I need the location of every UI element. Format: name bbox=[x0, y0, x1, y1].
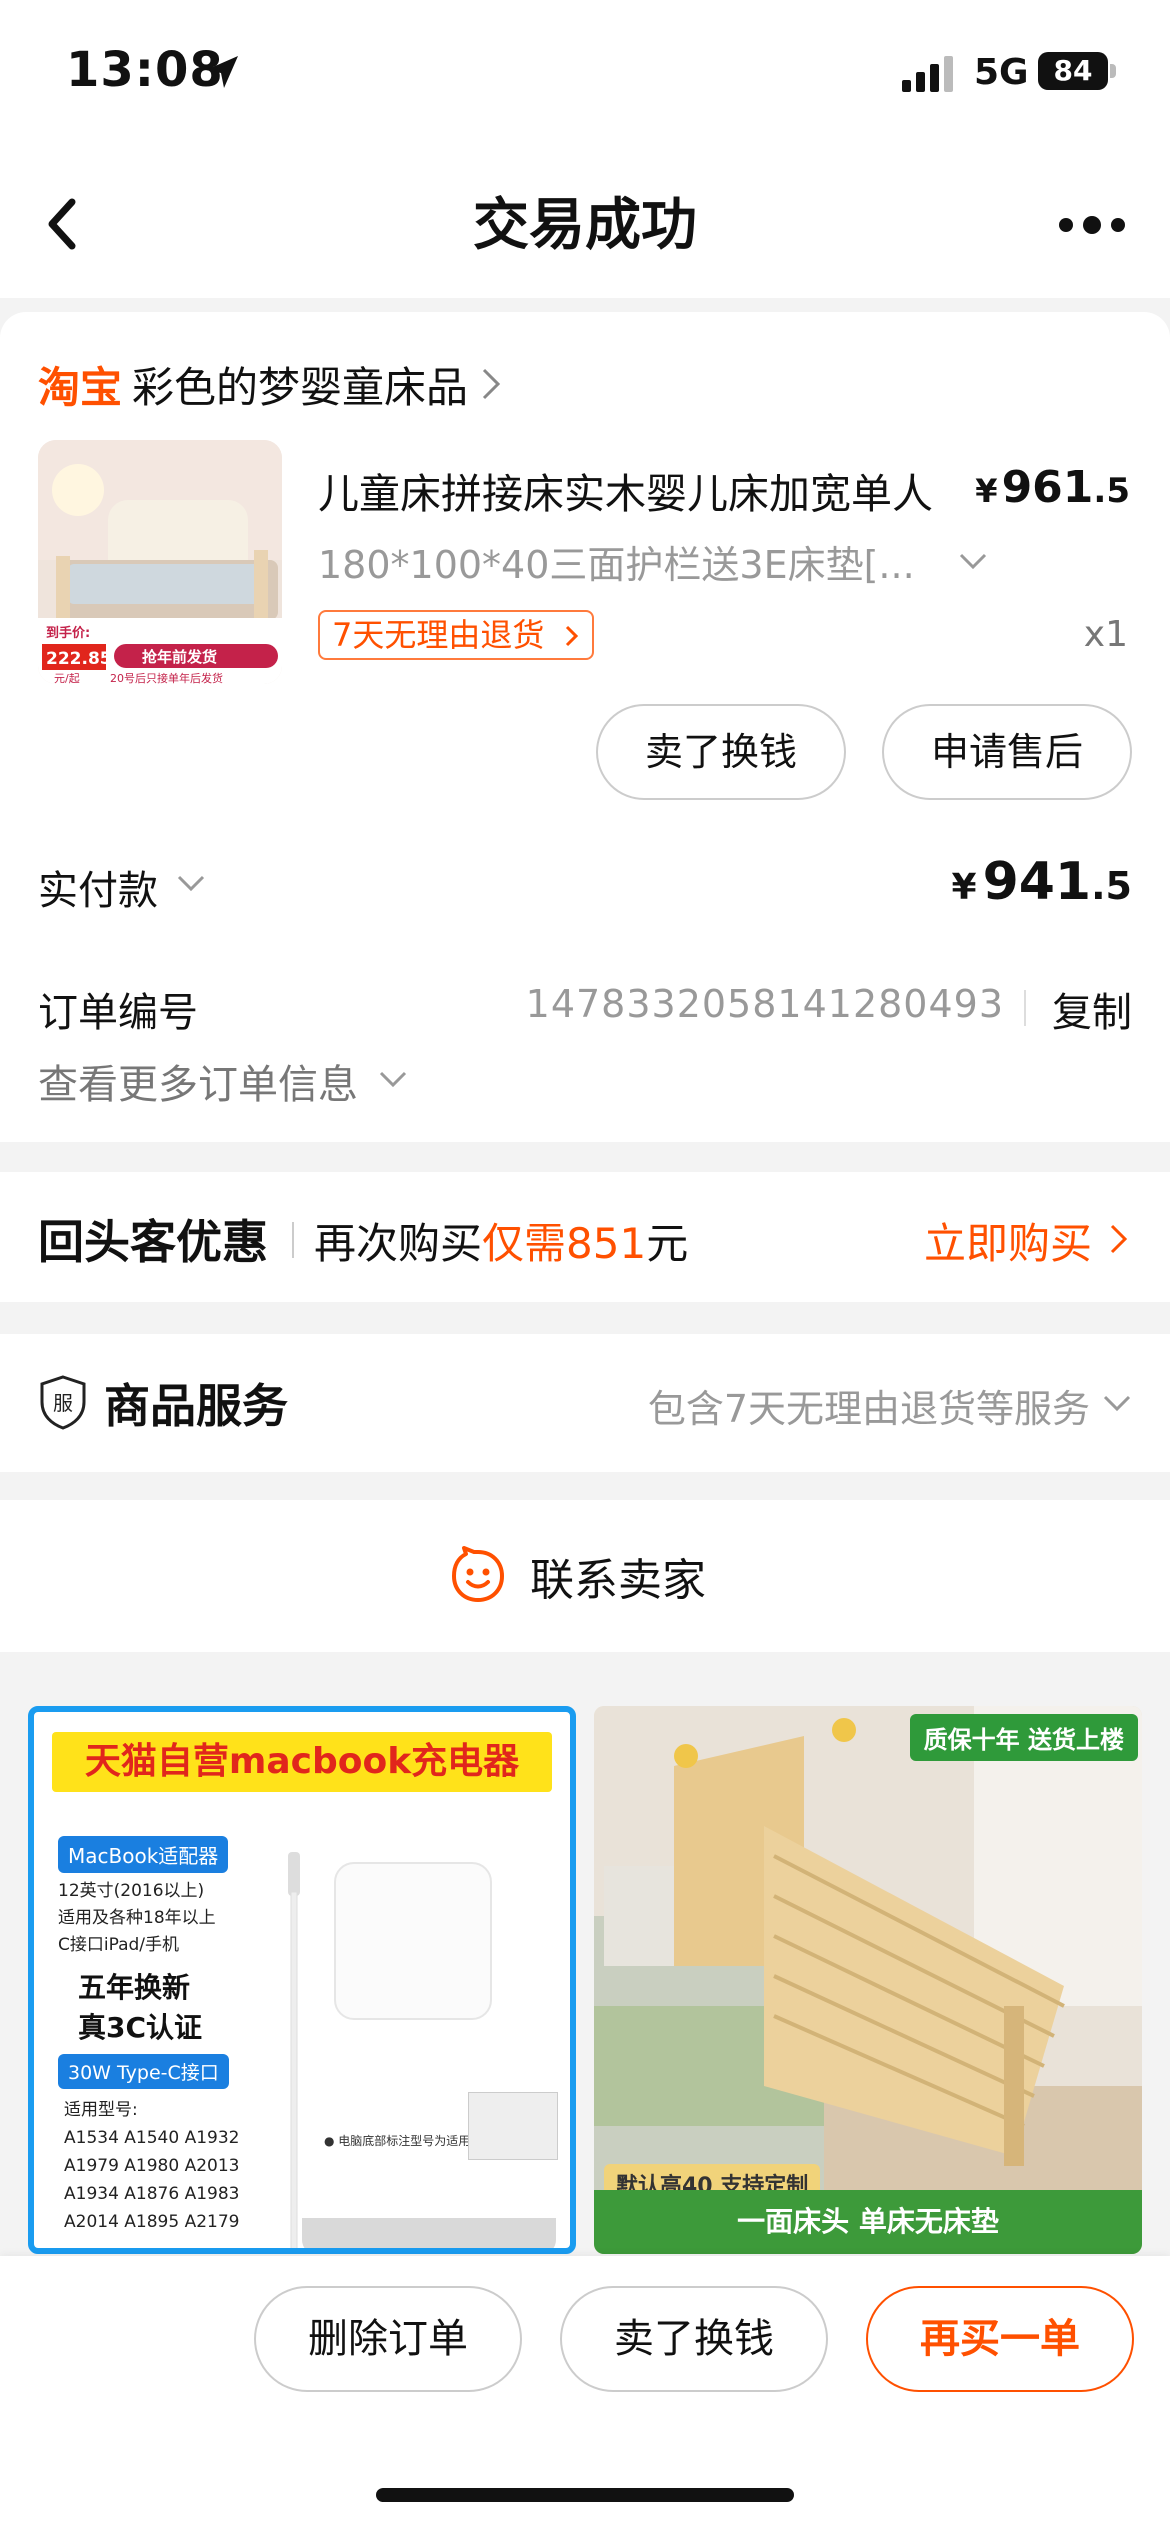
warranty-badge: 质保十年 送货上楼 bbox=[909, 1714, 1138, 1761]
thumb-price: 222.85 bbox=[46, 649, 112, 669]
nav-bar: 交易成功 bbox=[0, 150, 1170, 298]
product-price: ¥961.5 bbox=[975, 462, 1130, 513]
product-thumbnail[interactable]: 到手价: 222.85 元/起 抢年前发货 20号后只接单年后发货 bbox=[38, 440, 282, 684]
shop-name: 彩色的梦婴童床品 bbox=[132, 362, 469, 412]
charger-image bbox=[334, 1862, 492, 2020]
order-number-label: 订单编号 bbox=[38, 990, 198, 1036]
recommendation-bed[interactable]: 质保十年 送货上楼 默认高40 支持定制 一面床头 单床无床垫 bbox=[594, 1706, 1142, 2254]
more-dots-icon[interactable] bbox=[1058, 214, 1128, 236]
contact-seller[interactable]: 联系卖家 bbox=[0, 1500, 1170, 1652]
chevron-right-icon bbox=[482, 368, 501, 400]
buy-again-button[interactable]: 再买一单 bbox=[866, 2286, 1134, 2392]
usb-c-cable-image bbox=[288, 1852, 300, 2248]
delete-order-button[interactable]: 删除订单 bbox=[254, 2286, 522, 2392]
battery-icon: 84 bbox=[1038, 52, 1116, 90]
rec-line: C接口iPad/手机 bbox=[58, 1935, 180, 1955]
rec-line: 12英寸(2016以上) bbox=[58, 1881, 205, 1901]
rec-banner: 天猫自营macbook充电器 bbox=[52, 1732, 552, 1792]
after-sales-button[interactable]: 申请售后 bbox=[882, 704, 1132, 800]
thumb-price-label: 到手价: bbox=[46, 625, 90, 641]
product-service-row[interactable]: 服 商品服务 包含7天无理由退货等服务 bbox=[0, 1334, 1170, 1472]
rec-tag: 30W Type-C接口 bbox=[58, 2054, 229, 2089]
rec-headline: 真3C认证 bbox=[78, 2011, 203, 2044]
return-policy-tag[interactable]: 7天无理由退货 bbox=[318, 610, 595, 660]
order-detail-page: 13:08 5G 84 交易成功 淘宝 彩色的梦婴童床品 到手价: 222.85… bbox=[0, 0, 1170, 2532]
chevron-down-icon bbox=[1103, 1395, 1131, 1412]
svg-text:服: 服 bbox=[53, 1391, 73, 1415]
paid-amount: ¥941.5 bbox=[951, 852, 1133, 912]
taobao-logo: 淘宝 bbox=[38, 362, 123, 412]
more-order-info-label: 查看更多订单信息 bbox=[38, 1062, 358, 1108]
paid-label: 实付款 bbox=[38, 868, 158, 914]
thumb-note: 20号后只接单年后发货 bbox=[110, 671, 223, 684]
paid-amount-row[interactable]: 实付款 ¥941.5 bbox=[38, 852, 1132, 916]
status-bar: 13:08 5G 84 bbox=[0, 0, 1170, 150]
thumb-unit: 元/起 bbox=[54, 672, 80, 684]
signal-icon bbox=[902, 56, 953, 92]
order-card: 淘宝 彩色的梦婴童床品 到手价: 222.85 元/起 抢年前发货 20号后只接… bbox=[0, 312, 1170, 1142]
rec-models: 适用型号: A1534 A1540 A1932 A1979 A1980 A201… bbox=[64, 2100, 240, 2232]
sell-for-cash-button[interactable]: 卖了换钱 bbox=[560, 2286, 828, 2392]
chevron-down-icon[interactable] bbox=[958, 552, 988, 572]
promo-title: 回头客优惠 bbox=[38, 1215, 268, 1269]
rec-tag: MacBook适配器 bbox=[58, 1836, 229, 1873]
chevron-down-icon bbox=[177, 875, 205, 892]
bottom-action-bar: 删除订单 卖了换钱 再买一单 bbox=[0, 2256, 1170, 2532]
thumb-badge: 抢年前发货 bbox=[142, 648, 217, 666]
product-spec[interactable]: 180*100*40三面护栏送3E床垫[... bbox=[318, 534, 915, 589]
returning-customer-promo[interactable]: 回头客优惠 再次购买仅需851元 立即购买 bbox=[0, 1172, 1170, 1302]
rec-headline: 五年换新 bbox=[78, 1971, 191, 2004]
chevron-right-icon bbox=[566, 625, 579, 647]
network-type: 5G bbox=[974, 52, 1029, 93]
home-indicator[interactable] bbox=[376, 2488, 794, 2502]
rec-footer: 一面床头 单床无床垫 bbox=[594, 2190, 1142, 2254]
laptop-image bbox=[302, 2218, 556, 2248]
service-desc: 包含7天无理由退货等服务 bbox=[647, 1387, 1090, 1431]
service-shield-icon: 服 bbox=[40, 1375, 86, 1430]
contact-seller-label: 联系卖家 bbox=[530, 1555, 706, 1606]
battery-level: 84 bbox=[1038, 52, 1108, 90]
copy-button[interactable]: 复制 bbox=[1052, 980, 1132, 1038]
service-title: 商品服务 bbox=[104, 1379, 288, 1433]
shop-link[interactable]: 淘宝 彩色的梦婴童床品 bbox=[38, 354, 502, 414]
chevron-right-icon bbox=[1110, 1224, 1128, 1254]
bed-product-image: 到手价: 222.85 元/起 抢年前发货 20号后只接单年后发货 bbox=[38, 440, 282, 684]
chevron-down-icon bbox=[379, 1071, 407, 1088]
rec-line: 适用及各种18年以上 bbox=[58, 1908, 216, 1928]
promo-text: 再次购买仅需851元 bbox=[314, 1219, 689, 1268]
product-title[interactable]: 儿童床拼接床实木婴儿床加宽单人 bbox=[318, 460, 933, 520]
recommendation-charger[interactable]: 天猫自营macbook充电器 MacBook适配器 12英寸(2016以上) 适… bbox=[28, 1706, 576, 2254]
chat-face-icon bbox=[452, 1546, 504, 1602]
buy-now-link[interactable]: 立即购买 bbox=[924, 1210, 1092, 1271]
more-order-info[interactable]: 查看更多订单信息 bbox=[38, 1052, 1132, 1112]
order-number-row: 订单编号 1478332058141280493 复制 bbox=[38, 978, 1132, 1038]
page-title: 交易成功 bbox=[473, 193, 697, 258]
order-number: 1478332058141280493 bbox=[525, 982, 1004, 1026]
quantity: x1 bbox=[1083, 614, 1128, 655]
label-sticker-image bbox=[468, 2092, 558, 2160]
location-arrow-icon bbox=[206, 56, 238, 88]
status-time: 13:08 bbox=[66, 42, 224, 98]
sell-for-cash-button[interactable]: 卖了换钱 bbox=[596, 704, 846, 800]
